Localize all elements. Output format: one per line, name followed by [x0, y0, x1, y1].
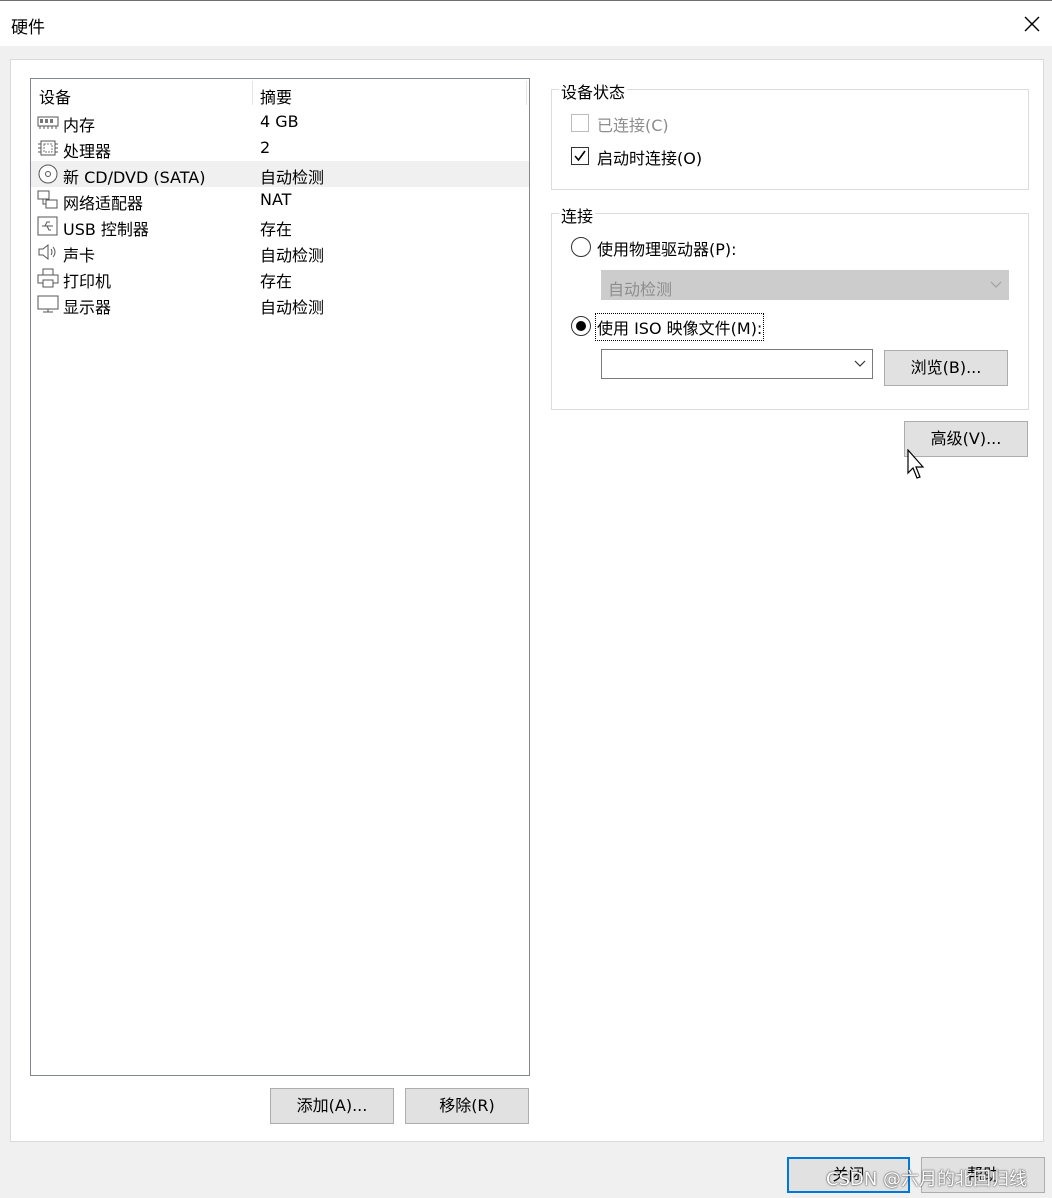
browse-button[interactable]: 浏览(B)...	[884, 350, 1008, 386]
device-name: USB 控制器	[63, 220, 149, 239]
dialog-client: 设备 摘要 内存 4 GB 处理器 2 新 CD/DVD (SATA) 自动检测…	[0, 46, 1052, 1198]
mouse-pointer-icon	[907, 449, 925, 479]
device-name: 处理器	[63, 142, 112, 161]
window-title: 硬件	[11, 18, 45, 38]
device-name: 打印机	[63, 272, 112, 291]
device-row-printer[interactable]: 打印机 存在	[31, 265, 529, 291]
remove-button[interactable]: 移除(R)	[405, 1088, 529, 1124]
column-header-device[interactable]: 设备	[39, 84, 71, 108]
device-summary: 存在	[260, 272, 293, 291]
connected-checkbox[interactable]	[571, 114, 589, 132]
connected-label: 已连接(C)	[597, 116, 669, 135]
network-adapter-icon	[37, 190, 58, 209]
iso-image-radio[interactable]	[571, 316, 591, 336]
column-header-summary[interactable]: 摘要	[260, 84, 292, 108]
device-row-display[interactable]: 显示器 自动检测	[31, 291, 529, 317]
sound-card-icon	[38, 243, 56, 261]
checkmark-icon	[574, 150, 586, 162]
hardware-panel: 设备 摘要 内存 4 GB 处理器 2 新 CD/DVD (SATA) 自动检测…	[10, 59, 1044, 1142]
display-icon	[37, 295, 59, 313]
device-summary: NAT	[260, 190, 292, 209]
device-name: 网络适配器	[63, 194, 144, 213]
device-name: 显示器	[63, 298, 112, 317]
device-name: 声卡	[63, 246, 96, 265]
device-summary: 2	[260, 138, 271, 157]
physical-drive-label: 使用物理驱动器(P):	[597, 240, 737, 259]
device-row-network-adapter[interactable]: 网络适配器 NAT	[31, 187, 529, 213]
physical-drive-radio[interactable]	[571, 237, 591, 257]
device-row-processor[interactable]: 处理器 2	[31, 135, 529, 161]
physical-drive-select-value: 自动检测	[608, 280, 673, 299]
memory-icon	[37, 116, 59, 129]
cd-dvd-icon	[38, 164, 58, 184]
connection-legend: 连接	[559, 203, 596, 227]
device-summary: 存在	[260, 220, 293, 239]
usb-icon	[37, 216, 58, 236]
device-name: 内存	[63, 116, 96, 135]
connect-at-power-on-checkbox[interactable]	[571, 147, 589, 165]
device-list[interactable]: 设备 摘要 内存 4 GB 处理器 2 新 CD/DVD (SATA) 自动检测…	[30, 78, 530, 1076]
device-summary: 自动检测	[260, 168, 325, 187]
device-list-header: 设备 摘要	[31, 79, 529, 107]
device-row-sound-card[interactable]: 声卡 自动检测	[31, 239, 529, 265]
device-row-usb-controller[interactable]: USB 控制器 存在	[31, 213, 529, 239]
device-summary: 自动检测	[260, 246, 325, 265]
device-status-group	[551, 89, 1029, 190]
close-icon[interactable]	[1014, 9, 1050, 39]
iso-image-label: 使用 ISO 映像文件(M):	[594, 313, 765, 341]
chevron-down-icon	[990, 281, 1002, 288]
processor-icon	[38, 140, 58, 156]
column-divider[interactable]	[252, 81, 253, 105]
connect-at-power-on-label: 启动时连接(O)	[597, 149, 703, 168]
title-bar: 硬件	[0, 0, 1052, 46]
device-summary: 自动检测	[260, 298, 325, 317]
watermark: CSDN @六月的北回归线	[826, 1169, 1028, 1190]
chevron-down-icon[interactable]	[854, 358, 866, 368]
printer-icon	[37, 268, 59, 288]
device-row-memory[interactable]: 内存 4 GB	[31, 109, 529, 135]
device-status-legend: 设备状态	[559, 79, 628, 103]
device-row-cd-dvd[interactable]: 新 CD/DVD (SATA) 自动检测	[31, 161, 529, 187]
column-divider[interactable]	[526, 81, 527, 105]
add-button[interactable]: 添加(A)...	[270, 1088, 394, 1124]
physical-drive-select[interactable]: 自动检测	[601, 270, 1009, 300]
device-summary: 4 GB	[260, 112, 299, 131]
iso-path-combobox[interactable]	[601, 349, 873, 379]
radio-selected-dot	[576, 321, 586, 331]
device-name: 新 CD/DVD (SATA)	[63, 168, 206, 187]
